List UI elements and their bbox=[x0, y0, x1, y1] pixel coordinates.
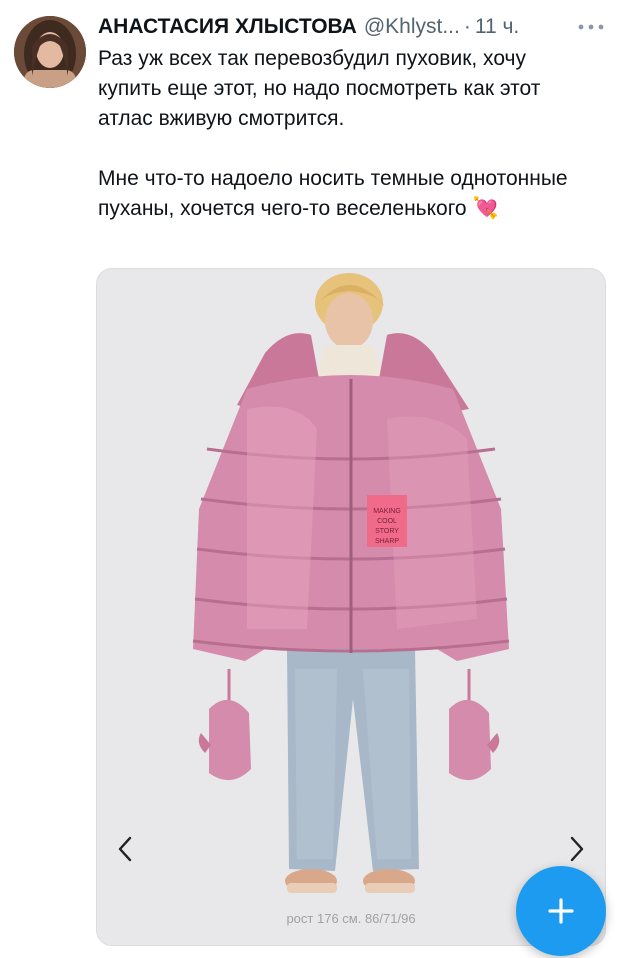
avatar[interactable] bbox=[14, 16, 86, 88]
tweet-time[interactable]: 11 ч. bbox=[475, 15, 519, 39]
avatar-photo bbox=[14, 16, 86, 88]
svg-text:SHARP: SHARP bbox=[375, 538, 399, 545]
next-image-button[interactable] bbox=[559, 829, 595, 869]
tweet-text: Раз уж всех так перевозбудил пуховик, хо… bbox=[98, 44, 578, 224]
patch-label: MAKING bbox=[373, 508, 401, 515]
tweet-media[interactable]: MAKING COOL STORY SHARP рост 176 см. 86/… bbox=[96, 268, 606, 946]
jacket-photo: MAKING COOL STORY SHARP bbox=[97, 269, 605, 945]
previous-image-button[interactable] bbox=[107, 829, 143, 869]
author-name[interactable]: АНАСТАСИЯ ХЛЫСТОВА bbox=[98, 15, 357, 39]
more-options-icon[interactable] bbox=[576, 17, 606, 37]
tweet-header: АНАСТАСИЯ ХЛЫСТОВА @Khlyst... · 11 ч. bbox=[98, 12, 606, 42]
tweet-paragraph-1: Раз уж всех так перевозбудил пуховик, хо… bbox=[98, 47, 541, 130]
author-handle[interactable]: @Khlyst... bbox=[364, 15, 460, 39]
compose-button[interactable] bbox=[516, 866, 606, 956]
heart-arrow-emoji: 💘 bbox=[472, 197, 499, 220]
tweet-paragraph-2: Мне что-то надоело носить темные однотон… bbox=[98, 164, 578, 224]
chevron-left-icon bbox=[118, 836, 132, 862]
svg-text:COOL: COOL bbox=[377, 518, 397, 525]
svg-text:STORY: STORY bbox=[375, 528, 399, 535]
separator-dot: · bbox=[463, 15, 471, 38]
plus-icon bbox=[548, 898, 574, 924]
chevron-right-icon bbox=[570, 836, 584, 862]
